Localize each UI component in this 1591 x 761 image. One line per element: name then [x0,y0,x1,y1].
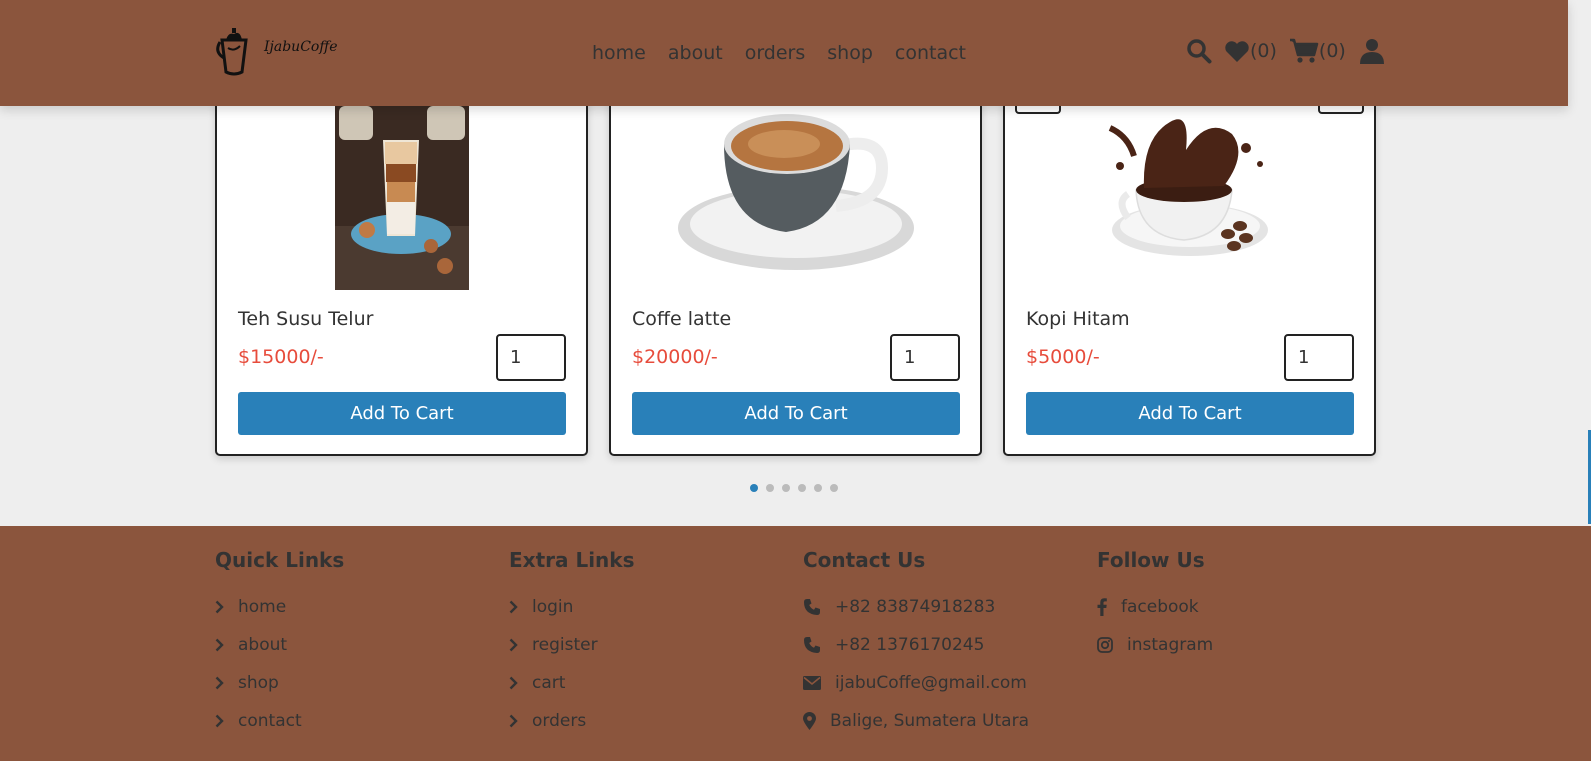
cart-count: (0) [1318,40,1346,62]
footer-link-cart[interactable]: cart [509,664,635,702]
pagination-dot[interactable] [782,484,790,492]
follow-column: Follow Us facebook instagram [1097,548,1213,664]
footer-link-about[interactable]: about [215,626,344,664]
chevron-right-icon [509,600,518,614]
pagination-dot[interactable] [750,484,758,492]
footer-link-shop[interactable]: shop [215,664,344,702]
carousel-pagination [750,484,838,492]
header-icons: (0) (0) [1186,38,1384,64]
chevron-right-icon [509,638,518,652]
product-image-teh-susu-telur [217,106,586,290]
facebook-icon [1097,598,1107,616]
brand-logo[interactable]: IjabuCoffe [216,26,338,78]
product-name: Teh Susu Telur [238,308,374,330]
quantity-input[interactable]: 1 [890,334,960,381]
product-price: $20000/- [632,346,718,368]
footer-link-home[interactable]: home [215,588,344,626]
nav-shop[interactable]: shop [827,42,873,64]
quantity-input[interactable]: 1 [496,334,566,381]
heart-icon [1225,40,1249,62]
phone-icon [804,599,820,615]
product-price: $5000/- [1026,346,1100,368]
product-card: Teh Susu Telur $15000/- 1 Add To Cart [215,96,588,456]
pagination-dot[interactable] [830,484,838,492]
wishlist-button[interactable]: (0) [1224,40,1277,63]
add-to-cart-button[interactable]: Add To Cart [1026,392,1354,435]
product-image-coffe-latte [611,106,980,290]
follow-title: Follow Us [1097,548,1205,572]
product-price: $15000/- [238,346,324,368]
chevron-right-icon [215,676,224,690]
nav-home[interactable]: home [592,42,646,64]
user-icon [1359,39,1384,64]
add-to-cart-button[interactable]: Add To Cart [632,392,960,435]
pagination-dot[interactable] [814,484,822,492]
social-facebook[interactable]: facebook [1097,588,1213,626]
footer-link-register[interactable]: register [509,626,635,664]
chevron-right-icon [509,714,518,728]
product-carousel: Teh Susu Telur $15000/- 1 Add To Cart Co… [215,96,1376,456]
extra-links-column: Extra Links login register cart orders [509,548,635,740]
nav-about[interactable]: about [668,42,723,64]
shopping-cart-icon [1289,38,1319,63]
chevron-right-icon [215,600,224,614]
chevron-right-icon [215,714,224,728]
product-card: Kopi Hitam $5000/- 1 Add To Cart [1003,96,1376,456]
nav-contact[interactable]: contact [895,42,966,64]
social-instagram[interactable]: instagram [1097,626,1213,664]
search-icon [1187,39,1212,64]
product-image-kopi-hitam [1005,106,1374,290]
add-to-cart-button[interactable]: Add To Cart [238,392,566,435]
contact-email[interactable]: ijabuCoffe@gmail.com [803,664,1029,702]
footer-link-login[interactable]: login [509,588,635,626]
footer-link-contact[interactable]: contact [215,702,344,740]
contact-phone-2[interactable]: +82 1376170245 [803,626,1029,664]
account-button[interactable] [1359,38,1384,64]
cart-button[interactable]: (0) [1289,38,1346,64]
search-button[interactable] [1186,38,1212,64]
chevron-right-icon [509,676,518,690]
brand-name: IjabuCoffe [264,39,338,55]
product-card: Coffe latte $20000/- 1 Add To Cart [609,96,982,456]
pagination-dot[interactable] [798,484,806,492]
extra-links-title: Extra Links [509,548,635,572]
envelope-icon [803,676,821,690]
contact-column: Contact Us +82 83874918283 +82 137617024… [803,548,1029,740]
main-nav: home about orders shop contact [592,42,966,64]
chevron-right-icon [215,638,224,652]
coffee-cup-logo-icon [216,28,248,76]
site-header: IjabuCoffe home about orders shop contac… [0,0,1568,106]
phone-icon [804,637,820,653]
wishlist-count: (0) [1250,40,1277,62]
pagination-dot[interactable] [766,484,774,492]
site-footer: Quick Links home about shop contact Extr… [0,526,1591,761]
map-marker-icon [803,712,816,730]
instagram-icon [1097,637,1113,653]
contact-address[interactable]: Balige, Sumatera Utara [803,702,1029,740]
contact-phone-1[interactable]: +82 83874918283 [803,588,1029,626]
quantity-input[interactable]: 1 [1284,334,1354,381]
nav-orders[interactable]: orders [745,42,806,64]
footer-link-orders[interactable]: orders [509,702,635,740]
quick-links-column: Quick Links home about shop contact [215,548,344,740]
quick-links-title: Quick Links [215,548,345,572]
product-name: Kopi Hitam [1026,308,1130,330]
contact-title: Contact Us [803,548,926,572]
product-name: Coffe latte [632,308,732,330]
